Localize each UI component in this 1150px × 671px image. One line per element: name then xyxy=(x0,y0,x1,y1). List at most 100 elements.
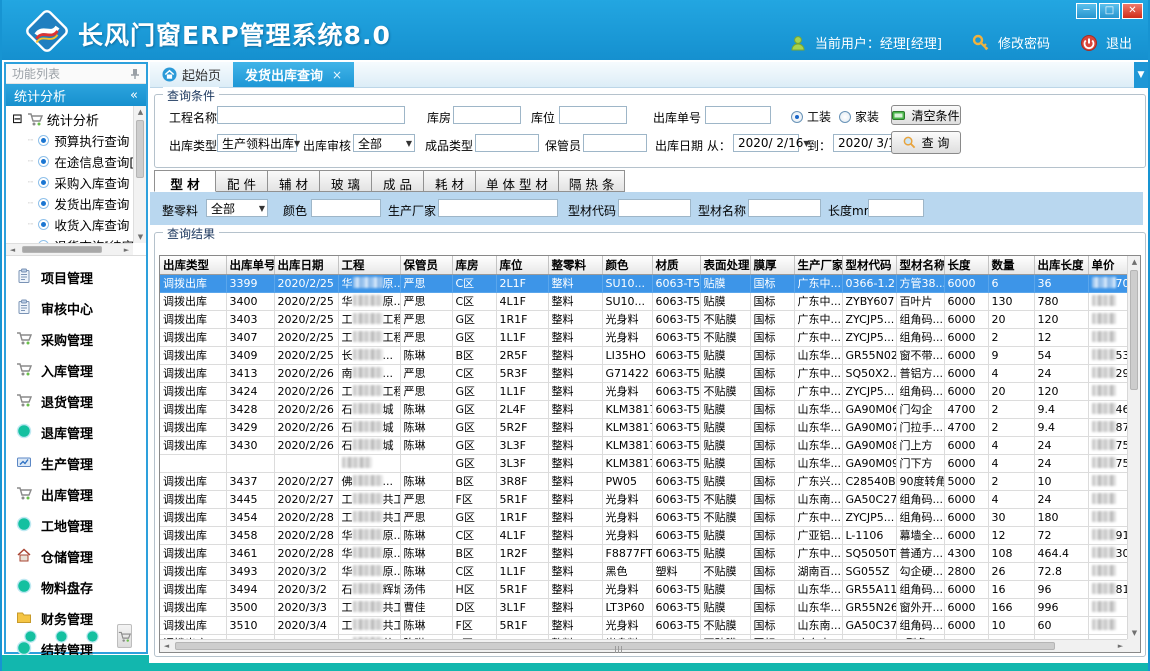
radio-jiazhuang[interactable]: 家装 xyxy=(839,108,879,125)
profile-code-input[interactable] xyxy=(618,199,691,217)
column-header-9[interactable]: 材质 xyxy=(652,256,700,274)
collapse-icon[interactable]: « xyxy=(130,88,138,103)
tab-home[interactable]: 起始页 xyxy=(150,62,233,87)
table-row[interactable]: 调拨出库34002020/2/25华原...严思C区4L1F整料SU10...6… xyxy=(160,292,1127,310)
cart-mode-button[interactable] xyxy=(117,624,132,648)
table-row[interactable]: 调拨出库34942020/3/2石辉城汤伟H区5R1F整料光身料6063-T5贴… xyxy=(160,580,1127,598)
material-tab-0[interactable]: 型 材 xyxy=(154,170,216,192)
column-header-4[interactable]: 保管员 xyxy=(400,256,452,274)
warehouse-input[interactable] xyxy=(453,106,521,124)
pin-icon[interactable] xyxy=(130,68,140,80)
table-row[interactable]: 调拨出库34072020/2/25工工程严思G区1L1F整料光身料6063-T5… xyxy=(160,328,1127,346)
tree-item-2[interactable]: ┈采购入库查询 xyxy=(12,172,133,193)
column-header-18[interactable]: 单价 xyxy=(1088,256,1127,274)
scroll-right-icon[interactable]: ► xyxy=(120,244,133,256)
material-tab-2[interactable]: 辅 材 xyxy=(268,170,320,192)
whole-piece-select[interactable]: 全部▼ xyxy=(206,199,268,217)
sidebar-item-3[interactable]: 采购管理 xyxy=(16,324,146,355)
sidebar-item-8[interactable]: 出库管理 xyxy=(16,479,146,510)
dot-icon[interactable] xyxy=(55,630,68,643)
minimize-button[interactable]: ─ xyxy=(1076,3,1097,19)
sidebar-item-10[interactable]: 仓储管理 xyxy=(16,541,146,572)
column-header-2[interactable]: 出库日期 xyxy=(274,256,338,274)
table-row[interactable]: G区3L3F整料KLM38176063-T5贴膜国标山东华...GA90M09.… xyxy=(160,454,1127,472)
change-password-link[interactable]: 修改密码 xyxy=(998,33,1050,52)
table-row[interactable]: 调拨出库34452020/2/27工共工程严思F区5R1F整料光身料6063-T… xyxy=(160,490,1127,508)
tree-root[interactable]: ⊟ 统计分析 xyxy=(12,108,133,130)
tab-close-icon[interactable]: × xyxy=(332,68,342,82)
column-header-6[interactable]: 库位 xyxy=(496,256,548,274)
grid-horizontal-scrollbar[interactable]: ◄ ► xyxy=(160,639,1127,652)
sidebar-item-7[interactable]: 生产管理 xyxy=(16,448,146,479)
close-button[interactable]: ✕ xyxy=(1122,3,1143,19)
column-header-15[interactable]: 长度 xyxy=(944,256,988,274)
column-header-10[interactable]: 表面处理 xyxy=(700,256,750,274)
date-to-select[interactable]: 2020/ 3/16▼ xyxy=(833,134,899,152)
tree-item-5[interactable]: ┈退货查询[待定] xyxy=(12,235,133,243)
column-header-8[interactable]: 颜色 xyxy=(602,256,652,274)
table-row[interactable]: 调拨出库34542020/2/28工共工程严思G区1R1F整料光身料6063-T… xyxy=(160,508,1127,526)
table-row[interactable]: 调拨出库35002020/3/3工共工程曹佳D区3L1F整料LT3P606063… xyxy=(160,598,1127,616)
order-no-input[interactable] xyxy=(705,106,771,124)
sidebar-item-1[interactable]: 项目管理 xyxy=(16,262,146,293)
sidebar-item-4[interactable]: 入库管理 xyxy=(16,355,146,386)
out-type-select[interactable]: 生产领料出库▼ xyxy=(217,134,297,152)
sidebar-item-11[interactable]: 物料盘存 xyxy=(16,572,146,603)
scroll-left-icon[interactable]: ◄ xyxy=(6,244,19,256)
sidebar-item-5[interactable]: 退货管理 xyxy=(16,386,146,417)
tree-item-0[interactable]: ┈预算执行查询 xyxy=(12,130,133,151)
table-row[interactable]: 调拨出库34302020/2/26石城陈琳G区3L3F整料KLM38176063… xyxy=(160,436,1127,454)
material-tab-4[interactable]: 成 品 xyxy=(372,170,424,192)
column-header-3[interactable]: 工程 xyxy=(338,256,400,274)
table-row[interactable]: 调拨出库34292020/2/26石城陈琳G区5R2F整料KLM38176063… xyxy=(160,418,1127,436)
scroll-left-icon[interactable]: ◄ xyxy=(160,640,173,653)
column-header-12[interactable]: 生产厂家 xyxy=(794,256,842,274)
clear-conditions-button[interactable]: 清空条件 xyxy=(891,105,961,125)
sidebar-item-2[interactable]: 审核中心 xyxy=(16,293,146,324)
sidebar-item-6[interactable]: 退库管理 xyxy=(16,417,146,448)
tree-expander-icon[interactable]: ⊟ xyxy=(12,112,23,127)
color-input[interactable] xyxy=(311,199,381,217)
column-header-0[interactable]: 出库类型 xyxy=(160,256,226,274)
column-header-17[interactable]: 出库长度 xyxy=(1034,256,1088,274)
maximize-button[interactable]: □ xyxy=(1099,3,1120,19)
radio-gongzhuang[interactable]: 工装 xyxy=(791,108,831,125)
column-header-11[interactable]: 膜厚 xyxy=(750,256,794,274)
length-input[interactable] xyxy=(868,199,924,217)
scroll-down-icon[interactable]: ▼ xyxy=(1128,627,1141,639)
column-header-5[interactable]: 库房 xyxy=(452,256,496,274)
grid-vertical-scrollbar[interactable]: ▲ ▼ xyxy=(1127,256,1140,639)
search-button[interactable]: 查 询 xyxy=(891,131,961,154)
table-row[interactable]: 调拨出库33992020/2/25华原...严思C区2L1F整料SU10...6… xyxy=(160,274,1127,292)
date-from-select[interactable]: 2020/ 2/16▼ xyxy=(733,134,799,152)
material-tab-7[interactable]: 隔 热 条 xyxy=(559,170,625,192)
dot-icon[interactable] xyxy=(24,630,37,643)
column-header-14[interactable]: 型材名称 xyxy=(896,256,944,274)
project-name-input[interactable] xyxy=(217,106,405,124)
table-row[interactable]: 调拨出库34282020/2/26石城陈琳G区2L4F整料KLM38176063… xyxy=(160,400,1127,418)
product-type-input[interactable] xyxy=(475,134,539,152)
tree-item-1[interactable]: ┈在途信息查询[待 xyxy=(12,151,133,172)
column-header-13[interactable]: 型材代码 xyxy=(842,256,896,274)
tab-shipment-query[interactable]: 发货出库查询 × xyxy=(233,62,354,87)
column-header-16[interactable]: 数量 xyxy=(988,256,1034,274)
table-row[interactable]: 调拨出库35102020/3/4工共工程陈琳F区5R1F整料光身料6063-T5… xyxy=(160,616,1127,634)
logout-link[interactable]: 退出 xyxy=(1106,33,1132,52)
table-row[interactable]: 调拨出库34242020/2/26工工程严思G区1L1F整料光身料6063-T5… xyxy=(160,382,1127,400)
maker-input[interactable] xyxy=(438,199,558,217)
table-row[interactable]: 调拨出库34932020/3/2华原...陈琳C区1L1F整料黑色塑料不贴膜国标… xyxy=(160,562,1127,580)
table-row[interactable]: 调拨出库34582020/2/28华原...陈琳C区4L1F整料光身料6063-… xyxy=(160,526,1127,544)
location-input[interactable] xyxy=(559,106,627,124)
tree-item-4[interactable]: ┈收货入库查询 xyxy=(12,214,133,235)
scroll-up-icon[interactable]: ▲ xyxy=(134,106,147,118)
table-row[interactable]: 调拨出库34032020/2/25工工程严思G区1R1F整料光身料6063-T5… xyxy=(160,310,1127,328)
sidebar-item-9[interactable]: 工地管理 xyxy=(16,510,146,541)
column-header-1[interactable]: 出库单号 xyxy=(226,256,274,274)
table-row[interactable]: 调拨出库34372020/2/27佛...陈琳B区3R8F整料PW056063-… xyxy=(160,472,1127,490)
table-row[interactable]: 调拨出库34612020/2/28华原...陈琳B区1R2F整料F8877FT6… xyxy=(160,544,1127,562)
table-row[interactable]: 调拨出库34092020/2/25长...陈琳B区2R5F整料LI35HO606… xyxy=(160,346,1127,364)
material-tab-5[interactable]: 耗 材 xyxy=(424,170,476,192)
profile-name-input[interactable] xyxy=(748,199,821,217)
tree-vertical-scrollbar[interactable]: ▲ ▼ xyxy=(133,106,146,243)
tree-horizontal-scrollbar[interactable]: ◄ ► xyxy=(6,243,133,255)
